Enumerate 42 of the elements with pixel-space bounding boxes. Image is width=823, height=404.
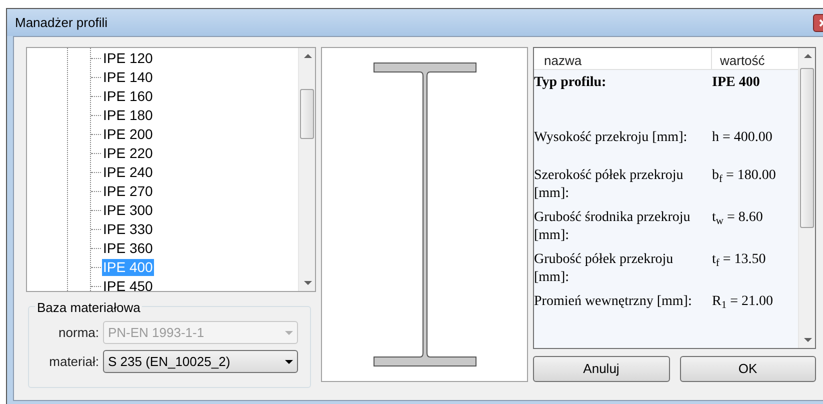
- window-title: Manadżer profili: [15, 14, 108, 32]
- property-value: IPE 400: [712, 74, 761, 92]
- scrollbar[interactable]: [298, 48, 315, 291]
- tree-item[interactable]: IPE 180: [102, 107, 154, 124]
- tree-item[interactable]: IPE 270: [102, 183, 154, 200]
- scroll-up-icon[interactable]: [804, 54, 812, 58]
- tree-item[interactable]: IPE 450: [102, 278, 154, 291]
- dropdown[interactable]: S 235 (EN_10025_2): [103, 350, 298, 373]
- property-value: R$_{1}$ = 21.00: [712, 293, 774, 313]
- scroll-thumb[interactable]: [300, 89, 314, 139]
- tree-item[interactable]: IPE 200: [102, 126, 154, 143]
- dropdown-arrow-icon: [285, 360, 293, 364]
- scroll-up-icon[interactable]: [304, 54, 312, 58]
- column-header[interactable]: nazwa: [534, 48, 712, 69]
- field-label: materiał:: [48, 352, 99, 371]
- dialog-button[interactable]: OK: [680, 356, 816, 382]
- dialog-button[interactable]: Anuluj: [533, 356, 670, 382]
- tree-item[interactable]: IPE 300: [102, 202, 154, 219]
- property-name: Grubość półek przekroju [mm]:: [534, 251, 674, 287]
- tree-item[interactable]: IPE 120: [102, 50, 154, 67]
- property-value: b$_{f}$ = 180.00: [712, 167, 777, 187]
- property-value: h = 400.00: [712, 129, 774, 147]
- column-header[interactable]: wartość: [712, 48, 798, 69]
- scroll-down-icon[interactable]: [304, 281, 312, 285]
- property-name: Szerokość półek przekroju [mm]:: [534, 167, 684, 203]
- dropdown-arrow-icon: [285, 330, 293, 334]
- property-name: Typ profilu:: [534, 74, 608, 92]
- property-name: Promień wewnętrzny [mm]:: [534, 293, 693, 311]
- tree-item[interactable]: IPE 360: [102, 240, 154, 257]
- tree-item[interactable]: IPE 220: [102, 145, 154, 162]
- property-value: t$_{w}$ = 8.60: [712, 209, 764, 229]
- scrollbar[interactable]: [798, 48, 815, 348]
- tree-item[interactable]: IPE 240: [102, 164, 154, 181]
- scroll-down-icon[interactable]: [804, 338, 812, 342]
- tree-item[interactable]: IPE 160: [102, 88, 154, 105]
- property-value: t$_{f}$ = 13.50: [712, 251, 767, 271]
- tree-item[interactable]: IPE 140: [102, 69, 154, 86]
- property-name: Grubość środnika przekroju [mm]:: [534, 209, 692, 245]
- scroll-thumb[interactable]: [800, 68, 814, 228]
- field-label: norma:: [58, 324, 99, 342]
- tree-item[interactable]: IPE 330: [102, 221, 154, 238]
- property-name: Wysokość przekroju [mm]:: [534, 129, 688, 147]
